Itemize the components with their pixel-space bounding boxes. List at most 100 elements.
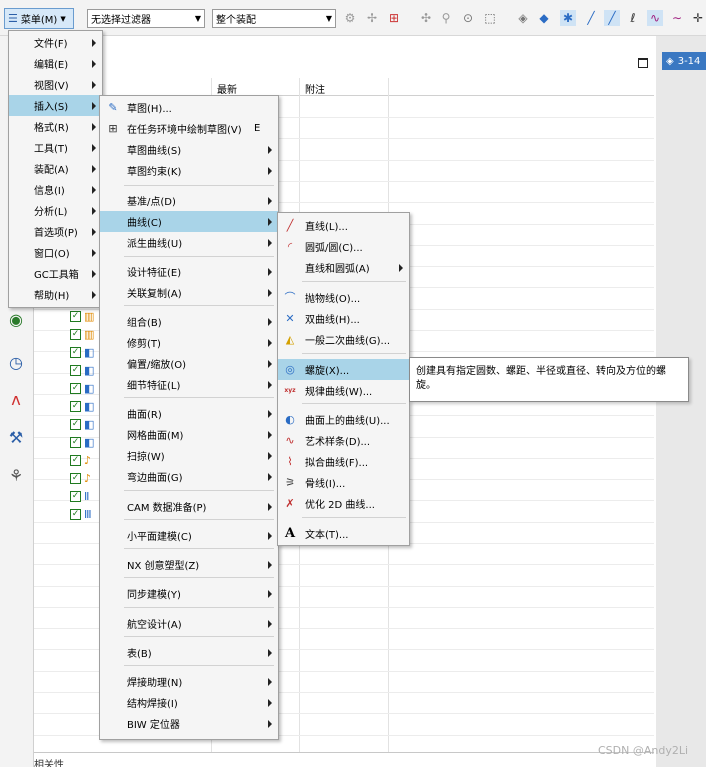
helix-icon: ◎ xyxy=(285,362,295,376)
role-icon[interactable]: ⚒ xyxy=(5,426,27,448)
menu-item-sketch-curve[interactable]: 草图曲线(S) xyxy=(100,139,278,160)
menu-item-analysis[interactable]: 分析(L) xyxy=(9,200,102,221)
menu-item-sweep[interactable]: 扫掠(W) xyxy=(100,445,278,466)
menu-item-assembly[interactable]: 装配(A) xyxy=(9,158,102,179)
menu-item-sketch-in-task[interactable]: 在任务环境中绘制草图(V) ⊞ E xyxy=(100,118,278,139)
select-box-icon[interactable]: ⊙ xyxy=(460,10,476,26)
menu-item-weld-assistant[interactable]: 焊接助理(N) xyxy=(100,671,278,692)
menu-item-information[interactable]: 信息(I) xyxy=(9,179,102,200)
visibility-checkbox[interactable]: ✓ xyxy=(70,401,81,412)
menu-item-gc-toolbox[interactable]: GC工具箱 xyxy=(9,263,102,284)
menu-item-sketch[interactable]: 草图(H)... ✎ xyxy=(100,97,278,118)
menu-item-fit-curve[interactable]: ⌇ 拟合曲线(F)... xyxy=(278,451,409,472)
menu-item-edit[interactable]: 编辑(E) xyxy=(9,53,102,74)
submenu-arrow-icon xyxy=(92,207,96,215)
scope-dropdown[interactable]: 整个装配 ▼ xyxy=(212,9,336,28)
menu-item-curve[interactable]: 曲线(C) xyxy=(100,211,278,232)
menu-item-line[interactable]: ╱ 直线(L)... xyxy=(278,215,409,236)
menu-item-mesh-surface[interactable]: 网格曲面(M) xyxy=(100,424,278,445)
menu-item-studio-spline[interactable]: ∿ 艺术样条(D)... xyxy=(278,430,409,451)
menu-item-window[interactable]: 窗口(O) xyxy=(9,242,102,263)
visibility-checkbox[interactable]: ✓ xyxy=(70,419,81,430)
menu-item-arc-circle[interactable]: ◜ 圆弧/圆(C)... xyxy=(278,236,409,257)
submenu-arrow-icon xyxy=(92,60,96,68)
part-icon: ♪ xyxy=(84,472,92,485)
cross-icon[interactable]: ✛ xyxy=(690,10,706,26)
snap-points-icon[interactable]: ✱ xyxy=(560,10,576,26)
part-icon: ◧ xyxy=(84,364,95,377)
maximize-icon[interactable] xyxy=(638,58,648,68)
dependencies-panel-title[interactable]: 相关性 xyxy=(34,756,64,767)
column-header-latest[interactable]: 最新 xyxy=(217,81,237,96)
menu-item-cam-data-prep[interactable]: CAM 数据准备(P) xyxy=(100,496,278,517)
menu-item-law-curve[interactable]: xyz 规律曲线(W)... xyxy=(278,380,409,401)
select-feature-icon[interactable]: ⚲ xyxy=(438,10,454,26)
curve-icon[interactable]: ∿ xyxy=(647,10,663,26)
point-dialog-icon[interactable]: ⊞ xyxy=(386,10,402,26)
menu-item-general-conic[interactable]: ◭ 一般二次曲线(G)... xyxy=(278,329,409,350)
selection-filter-dropdown[interactable]: 无选择过滤器 ▼ xyxy=(87,9,205,28)
menu-item-optimize-2d-curve[interactable]: ✗ 优化 2D 曲线... xyxy=(278,493,409,514)
menu-item-detail-feature[interactable]: 细节特征(L) xyxy=(100,374,278,395)
wave-icon[interactable]: ∼ xyxy=(669,10,685,26)
menu-item-preferences[interactable]: 首选项(P) xyxy=(9,221,102,242)
visibility-checkbox[interactable]: ✓ xyxy=(70,491,81,502)
snap-icon[interactable]: ✢ xyxy=(364,10,380,26)
menu-item-curve-on-surface[interactable]: ◐ 曲面上的曲线(U)... xyxy=(278,409,409,430)
window-tab[interactable]: ◈ 3-14 xyxy=(662,52,706,70)
menu-item-nx-realize-shape[interactable]: NX 创意塑型(Z) xyxy=(100,554,278,575)
menu-item-datum-point[interactable]: 基准/点(D) xyxy=(100,190,278,211)
menu-item-bone-curve[interactable]: ⚞ 骨线(I)... xyxy=(278,472,409,493)
menu-item-design-feature[interactable]: 设计特征(E) xyxy=(100,261,278,282)
menu-item-offset-scale[interactable]: 偏置/缩放(O) xyxy=(100,353,278,374)
column-header-note[interactable]: 附注 xyxy=(305,81,325,96)
solid-icon[interactable]: ◆ xyxy=(536,10,552,26)
menu-item-table[interactable]: 表(B) xyxy=(100,642,278,663)
menu-item-derived-curve[interactable]: 派生曲线(U) xyxy=(100,232,278,253)
menu-item-lines-and-arcs[interactable]: 直线和圆弧(A) xyxy=(278,257,409,278)
visibility-checkbox[interactable]: ✓ xyxy=(70,473,81,484)
tools-icon[interactable]: ⚘ xyxy=(5,464,27,486)
menu-item-biw-locator[interactable]: BIW 定位器 xyxy=(100,713,278,734)
visibility-checkbox[interactable]: ✓ xyxy=(70,455,81,466)
clock-icon[interactable]: ◷ xyxy=(5,351,27,373)
menu-item-hyperbola[interactable]: ✕ 双曲线(H)... xyxy=(278,308,409,329)
analysis-icon[interactable]: ʌ xyxy=(5,388,27,410)
menu-item-help[interactable]: 帮助(H) xyxy=(9,284,102,305)
line-icon-2[interactable]: ╱ xyxy=(604,10,620,26)
menu-item-flange-surface[interactable]: 弯边曲面(G) xyxy=(100,466,278,487)
menu-item-file[interactable]: 文件(F) xyxy=(9,32,102,53)
menu-item-text[interactable]: A 文本(T)... xyxy=(278,523,409,544)
visibility-checkbox[interactable]: ✓ xyxy=(70,329,81,340)
menu-item-tools[interactable]: 工具(T) xyxy=(9,137,102,158)
menu-item-surface[interactable]: 曲面(R) xyxy=(100,403,278,424)
visibility-checkbox[interactable]: ✓ xyxy=(70,437,81,448)
menu-item-sketch-constraint[interactable]: 草图约束(K) xyxy=(100,160,278,181)
spline-icon[interactable]: ℓ xyxy=(625,10,641,26)
menu-item-insert[interactable]: 插入(S) xyxy=(9,95,102,116)
visibility-checkbox[interactable]: ✓ xyxy=(70,365,81,376)
constraint-icon[interactable]: ⚙ xyxy=(342,10,358,26)
menu-item-combine[interactable]: 组合(B) xyxy=(100,311,278,332)
menu-item-structure-welding[interactable]: 结构焊接(I) xyxy=(100,692,278,713)
menu-item-helix[interactable]: ◎ 螺旋(X)... xyxy=(278,359,409,380)
view-icon[interactable]: ◈ xyxy=(515,10,531,26)
visibility-checkbox[interactable]: ✓ xyxy=(70,311,81,322)
menu-item-aerospace-design[interactable]: 航空设计(A) xyxy=(100,613,278,634)
visibility-checkbox[interactable]: ✓ xyxy=(70,383,81,394)
line-icon[interactable]: ╱ xyxy=(583,10,599,26)
menu-item-view[interactable]: 视图(V) xyxy=(9,74,102,95)
menu-item-facet-modeling[interactable]: 小平面建模(C) xyxy=(100,525,278,546)
globe-icon[interactable]: ◉ xyxy=(5,308,27,330)
menu-item-format[interactable]: 格式(R) xyxy=(9,116,102,137)
menu-item-synchronous-modeling[interactable]: 同步建模(Y) xyxy=(100,583,278,604)
pattern-icon[interactable]: ✣ xyxy=(418,10,434,26)
select-region-icon[interactable]: ⬚ xyxy=(482,10,498,26)
visibility-checkbox[interactable]: ✓ xyxy=(70,509,81,520)
chevron-down-icon: ▼ xyxy=(325,14,332,23)
visibility-checkbox[interactable]: ✓ xyxy=(70,347,81,358)
menu-button[interactable]: ☰ 菜单(M) ▼ xyxy=(4,8,74,29)
menu-item-trim[interactable]: 修剪(T) xyxy=(100,332,278,353)
menu-item-parabola[interactable]: ⌒ 抛物线(O)... xyxy=(278,287,409,308)
menu-item-associative-copy[interactable]: 关联复制(A) xyxy=(100,282,278,303)
